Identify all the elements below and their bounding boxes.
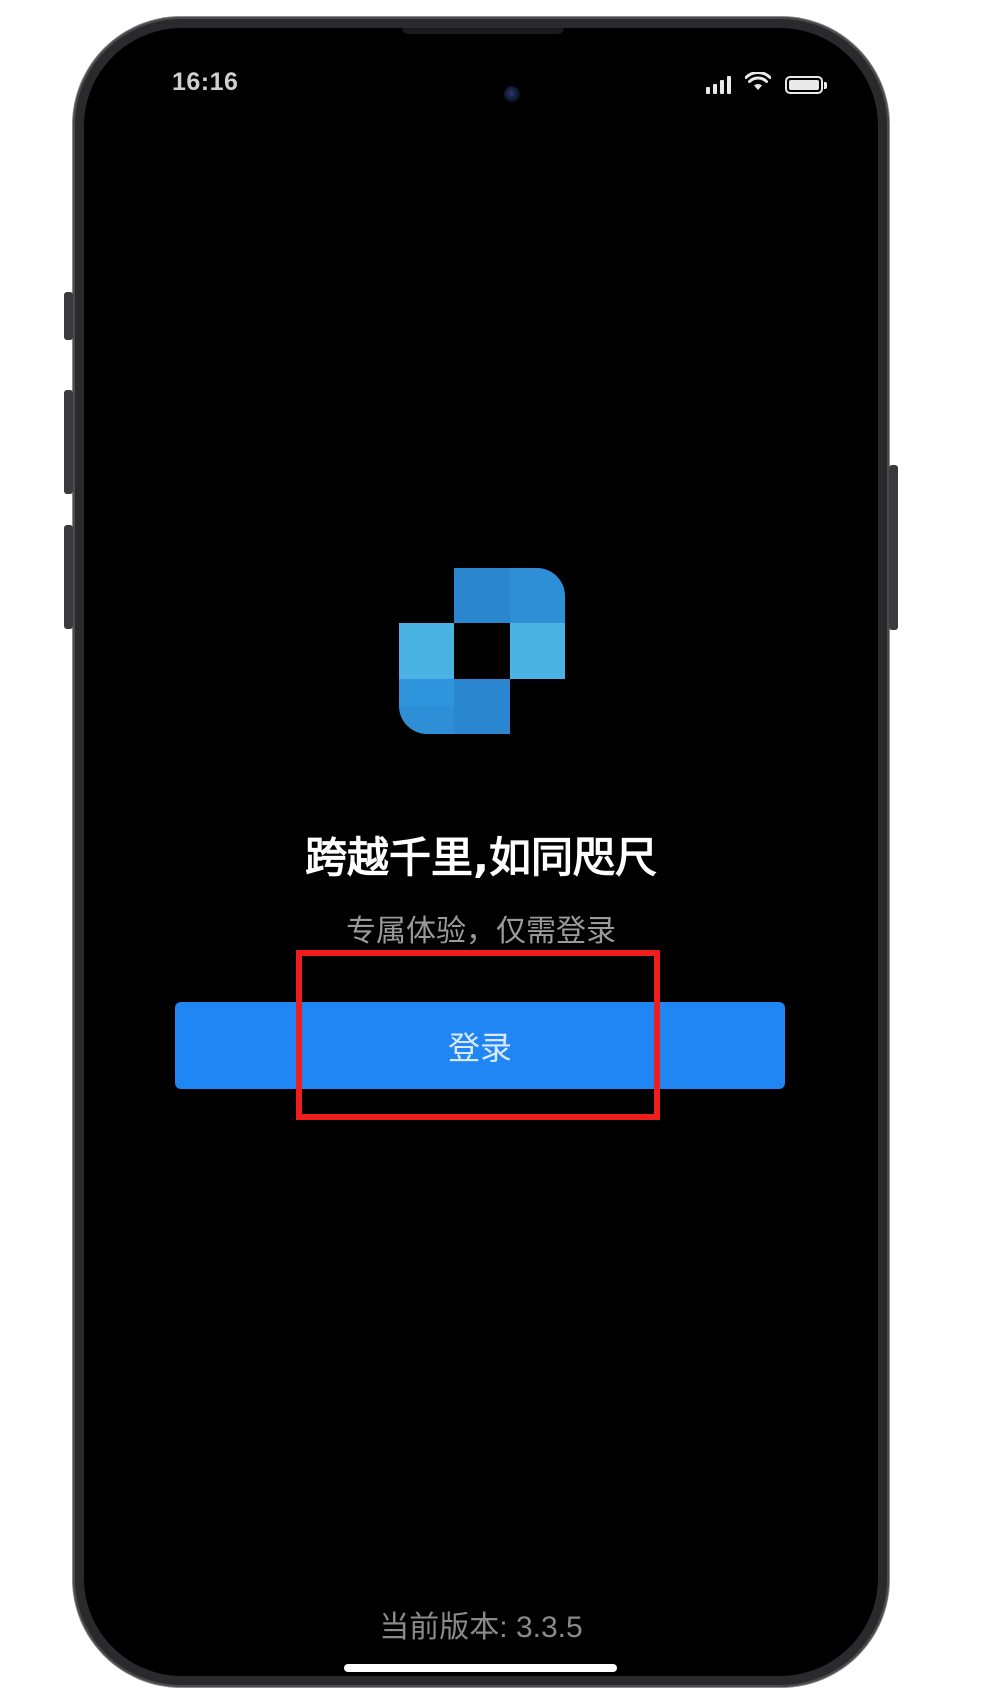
- status-icons: [706, 71, 827, 97]
- screen: 16:16 跨越千里,如同咫尺 专属体验，仅需登录 登录 当前版本: 3.3.5: [84, 28, 878, 1676]
- status-time: 16:16: [172, 68, 239, 96]
- volume-down-button: [64, 525, 73, 629]
- signal-icon: [706, 75, 731, 94]
- battery-icon: [785, 75, 827, 94]
- front-camera: [504, 86, 520, 102]
- subline: 专属体验，仅需登录: [346, 914, 616, 949]
- volume-up-button: [64, 390, 73, 494]
- headline: 跨越千里,如同咫尺: [305, 833, 657, 882]
- power-button: [889, 465, 898, 630]
- app-logo-icon: [399, 568, 565, 734]
- version-text: 当前版本: 3.3.5: [379, 1611, 583, 1644]
- dynamic-island: [402, 28, 564, 34]
- mute-switch: [64, 292, 73, 340]
- home-indicator[interactable]: [344, 1664, 617, 1672]
- wifi-icon: [744, 71, 772, 97]
- login-button[interactable]: 登录: [175, 1002, 785, 1089]
